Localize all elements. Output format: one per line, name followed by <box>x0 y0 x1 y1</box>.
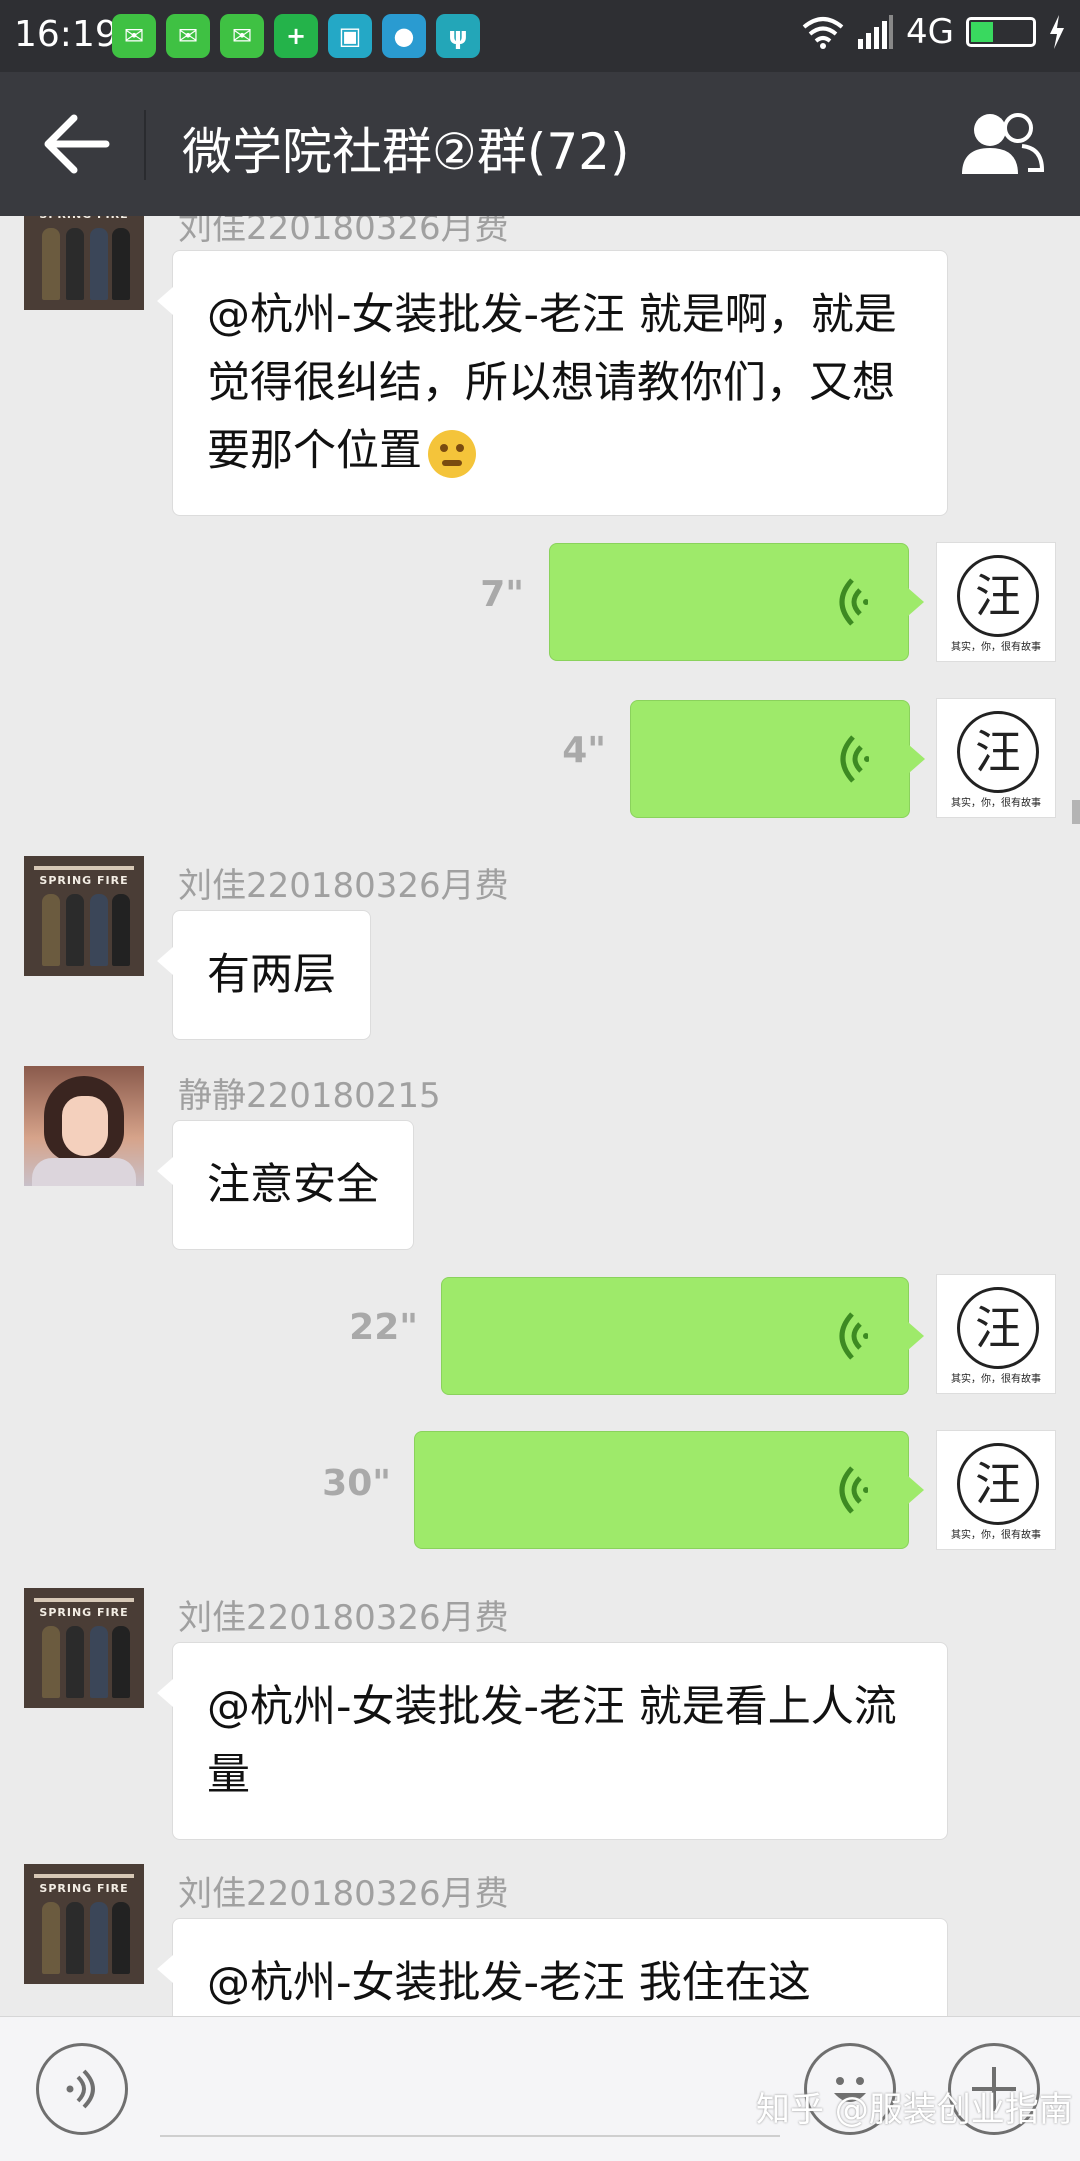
message-bubble[interactable]: 注意安全 <box>157 1120 414 1250</box>
status-time: 16:19 <box>14 14 118 55</box>
signal-icon <box>858 15 894 49</box>
voice-mode-icon <box>66 2069 95 2109</box>
avatar[interactable]: 汪其实，你，很有故事 <box>936 1430 1056 1550</box>
voice-input-button[interactable] <box>36 2043 128 2135</box>
voice-message[interactable] <box>630 700 925 818</box>
avatar[interactable]: SPRING FIRE <box>24 216 144 310</box>
charging-icon <box>1050 15 1064 49</box>
avatar[interactable]: SPRING FIRE <box>24 856 144 976</box>
sender-name: 刘佳220180326月费 <box>178 866 509 906</box>
wechat-icon: ✉ <box>166 14 210 58</box>
message-bubble[interactable]: 有两层 <box>157 910 371 1040</box>
voice-wave-icon <box>839 1466 868 1514</box>
usb-icon: ψ <box>436 14 480 58</box>
sender-name: 刘佳220180326月费 <box>178 1874 509 1914</box>
voice-duration: 30" <box>322 1463 391 1504</box>
message-text: 注意安全 <box>207 1160 379 1210</box>
voice-duration: 22" <box>349 1307 418 1348</box>
watermark: 知乎 @服装创业指南 <box>756 2090 1073 2130</box>
voice-message[interactable] <box>549 543 924 661</box>
wechat-icon: ✉ <box>112 14 156 58</box>
chat-title: 微学院社群②群(72) <box>182 123 630 181</box>
voice-message[interactable] <box>414 1431 924 1549</box>
wechat-icon: ✉ <box>220 14 264 58</box>
voice-duration: 7" <box>480 574 524 615</box>
message-text: 有两层 <box>207 950 336 1000</box>
thinking-emoji-icon <box>428 429 476 478</box>
avatar[interactable]: 汪其实，你，很有故事 <box>936 698 1056 818</box>
status-right: 4G <box>802 12 1066 52</box>
basketball-app-icon: ● <box>382 14 426 58</box>
sender-name: 静静220180215 <box>178 1076 441 1116</box>
sender-name: 刘佳220180326月费 <box>178 216 509 248</box>
avatar[interactable]: SPRING FIRE <box>24 1588 144 1708</box>
message-list[interactable]: SPRING FIRE 刘佳220180326月费 @杭州-女装批发-老汪 就是… <box>0 216 1080 2016</box>
avatar[interactable] <box>24 1066 144 1186</box>
voice-wave-icon <box>839 578 868 626</box>
message-text: @杭州-女装批发-老汪 就是看上人流量 <box>207 1682 897 1800</box>
wifi-icon <box>802 17 844 49</box>
message-input[interactable] <box>160 2135 780 2137</box>
notification-icons: ✉ ✉ ✉ + ▣ ● ψ <box>112 14 480 58</box>
header-divider <box>144 110 146 180</box>
avatar[interactable]: 汪其实，你，很有故事 <box>936 542 1056 662</box>
message-bubble[interactable]: @杭州-女装批发-老汪 就是看上人流量 <box>157 1642 948 1840</box>
scrollbar-thumb[interactable] <box>1072 800 1080 824</box>
message-bubble[interactable]: @杭州-女装批发-老汪 就是啊，就是觉得很纠结，所以想请教你们，又想要那个位置 <box>157 250 948 516</box>
message-text: @杭州-女装批发-老汪 就是啊，就是觉得很纠结，所以想请教你们，又想要那个位置 <box>207 290 897 476</box>
message-text: @杭州-女装批发-老汪 我住在这 <box>207 1958 811 2008</box>
status-bar: 16:19 ✉ ✉ ✉ + ▣ ● ψ 4G <box>0 0 1080 72</box>
group-members-icon[interactable] <box>960 108 1044 180</box>
message-bubble[interactable]: @杭州-女装批发-老汪 我住在这 <box>157 1918 948 2016</box>
avatar[interactable]: SPRING FIRE <box>24 1864 144 1984</box>
battery-icon <box>966 17 1036 47</box>
chat-header: 微学院社群②群(72) <box>0 72 1080 216</box>
sender-name: 刘佳220180326月费 <box>178 1598 509 1638</box>
avatar[interactable]: 汪其实，你，很有故事 <box>936 1274 1056 1394</box>
add-app-icon: + <box>274 14 318 58</box>
network-type: 4G <box>906 12 954 52</box>
voice-message[interactable] <box>441 1277 924 1395</box>
back-arrow-icon[interactable] <box>40 106 120 182</box>
voice-wave-icon <box>839 1312 868 1360</box>
voice-duration: 4" <box>562 730 606 771</box>
scan-app-icon: ▣ <box>328 14 372 58</box>
voice-wave-icon <box>840 735 869 783</box>
